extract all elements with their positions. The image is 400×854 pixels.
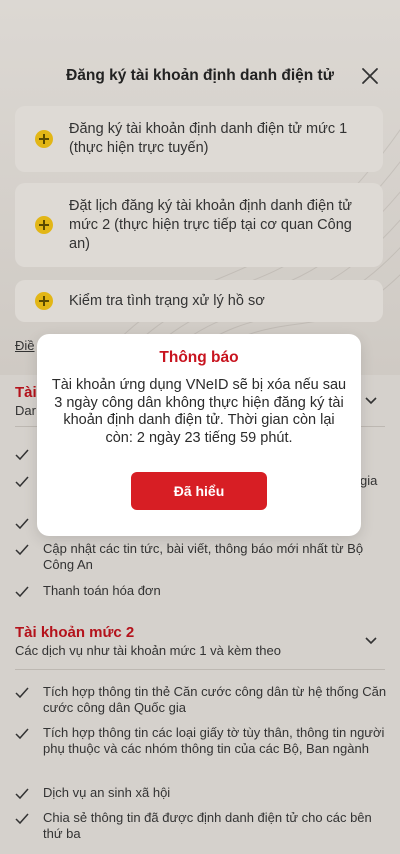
dialog-message: Tài khoản ứng dụng VNeID sẽ bị xóa nếu s… — [51, 377, 347, 446]
dialog-title: Thông báo — [159, 349, 239, 366]
notification-dialog: Thông báo Tài khoản ứng dụng VNeID sẽ bị… — [37, 334, 361, 536]
confirm-button[interactable]: Đã hiểu — [131, 472, 267, 510]
